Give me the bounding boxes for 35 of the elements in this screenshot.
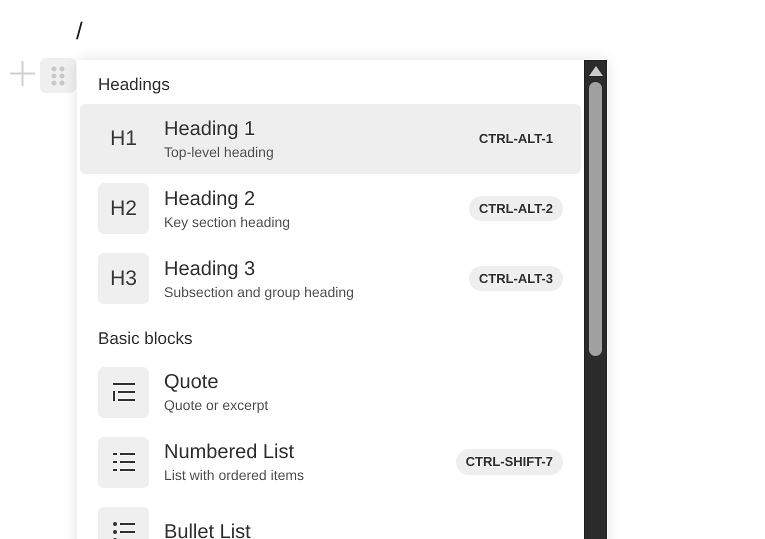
scrollbar-thumb[interactable]	[589, 82, 602, 356]
menu-item[interactable]: H2 Heading 2 Key section heading CTRL-ALT-2	[80, 174, 581, 244]
item-subtitle: Subsection and group heading	[164, 282, 355, 302]
menu-item[interactable]: Numbered List List with ordered items CTRL-SHIFT-7	[80, 427, 581, 497]
item-subtitle: Top-level heading	[164, 142, 275, 162]
scroll-up-icon	[588, 66, 602, 76]
heading-icon: H1	[98, 113, 149, 164]
item-subtitle: List with ordered items	[164, 466, 306, 485]
bullet-list-icon	[112, 522, 134, 539]
shortcut-badge: CTRL-ALT-3	[468, 266, 563, 292]
heading-icon: H3	[98, 253, 149, 304]
item-subtitle: Quote or excerpt	[164, 396, 270, 415]
scrollbar[interactable]	[584, 60, 607, 539]
quote-icon	[112, 383, 134, 401]
menu-item[interactable]: H1 Heading 1 Top-level heading CTRL-ALT-1	[80, 104, 581, 174]
shortcut-badge: CTRL-SHIFT-7	[456, 449, 563, 475]
item-title: Heading 1	[164, 116, 256, 142]
numbered-list-icon	[112, 452, 134, 472]
item-title: Heading 3	[164, 256, 256, 282]
menu-item[interactable]: Bullet List	[80, 497, 581, 539]
menu-item[interactable]: H3 Heading 3 Subsection and group heading CTRL-ALT-3	[80, 244, 581, 314]
plus-icon	[10, 61, 35, 86]
drag-handle[interactable]	[40, 58, 76, 93]
item-title: Heading 2	[164, 186, 256, 212]
heading-icon: H2	[98, 183, 149, 234]
typed-slash: /	[76, 17, 83, 47]
item-title: Bullet List	[164, 520, 252, 539]
item-subtitle: Key section heading	[164, 212, 292, 232]
item-title: Quote	[164, 370, 220, 395]
section-title: Basic blocks	[97, 328, 194, 350]
menu-item[interactable]: Quote Quote or excerpt	[80, 357, 581, 427]
drag-dots-icon	[51, 66, 65, 86]
item-title: Numbered List	[164, 440, 296, 465]
section-title: Headings	[97, 74, 171, 96]
shortcut-badge: CTRL-ALT-2	[468, 196, 563, 222]
